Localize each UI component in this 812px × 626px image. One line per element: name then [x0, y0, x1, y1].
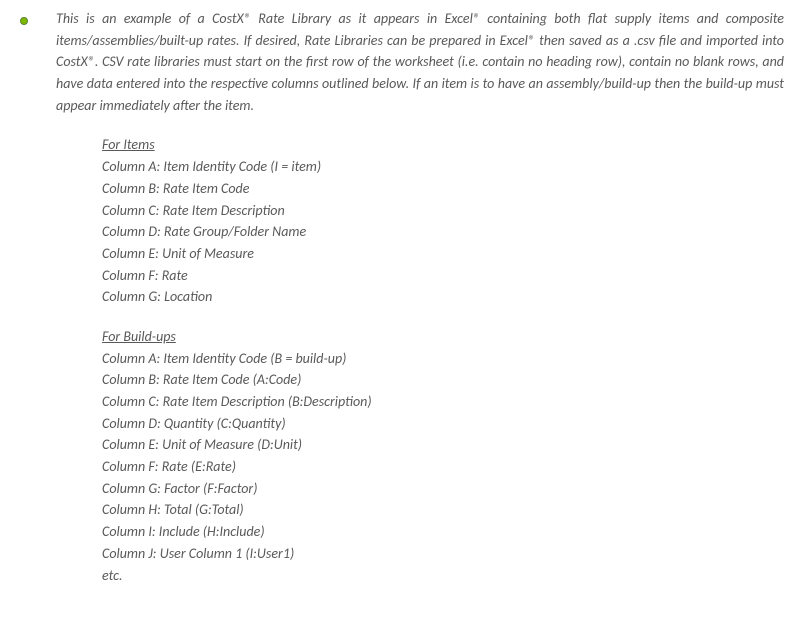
buildups-col: Column E: Unit of Measure (D:Unit) — [102, 434, 784, 456]
buildups-col: Column I: Include (H:Include) — [102, 521, 784, 543]
items-col: Column E: Unit of Measure — [102, 243, 784, 265]
buildups-col: Column A: Item Identity Code (B = build-… — [102, 348, 784, 370]
buildups-col: Column D: Quantity (C:Quantity) — [102, 413, 784, 435]
buildups-col: Column B: Rate Item Code (A:Code) — [102, 369, 784, 391]
items-col: Column D: Rate Group/Folder Name — [102, 221, 784, 243]
items-col: Column C: Rate Item Description — [102, 200, 784, 222]
items-heading: For Items — [102, 134, 784, 156]
bullet-icon — [20, 8, 56, 116]
buildups-col: Column J: User Column 1 (I:User1) — [102, 543, 784, 565]
buildups-col: Column H: Total (G:Total) — [102, 499, 784, 521]
intro-paragraph: This is an example of a CostX® Rate Libr… — [56, 8, 784, 116]
items-col: Column F: Rate — [102, 265, 784, 287]
buildups-col: Column C: Rate Item Description (B:Descr… — [102, 391, 784, 413]
buildups-col: Column G: Factor (F:Factor) — [102, 478, 784, 500]
items-col: Column B: Rate Item Code — [102, 178, 784, 200]
items-col: Column A: Item Identity Code (I = item) — [102, 156, 784, 178]
buildups-col: etc. — [102, 565, 784, 587]
items-col: Column G: Location — [102, 286, 784, 308]
buildups-heading: For Build-ups — [102, 326, 784, 348]
buildups-col: Column F: Rate (E:Rate) — [102, 456, 784, 478]
